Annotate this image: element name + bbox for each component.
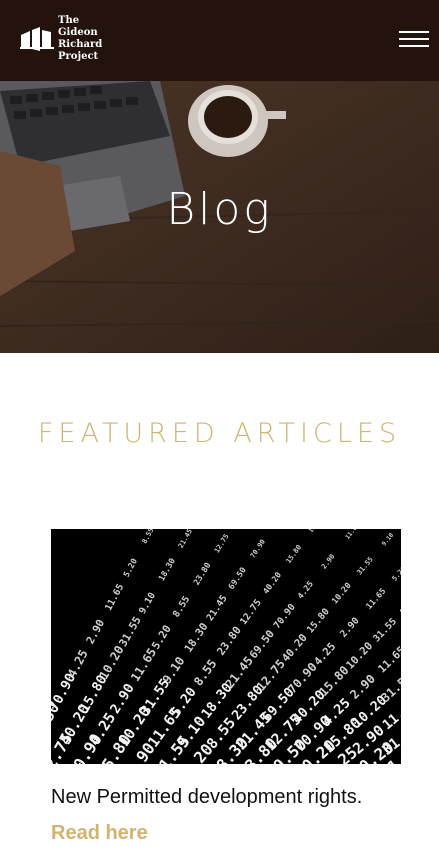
ticker-number: 2.90 (108, 681, 138, 716)
logo-line: Gideon (58, 27, 98, 38)
ticker-number: 23.80 (191, 560, 213, 586)
ticker-number: 10.20 (343, 639, 375, 671)
logo-line: The (58, 15, 80, 26)
ticker-number: 10.20 (96, 643, 126, 682)
ticker-number: 9.10 (398, 595, 401, 616)
ticker-number: 4.25 (295, 579, 315, 601)
site-logo[interactable]: The Gideon Richard Project (20, 15, 102, 63)
ticker-number: 70.90 (249, 538, 267, 560)
ticker-number: 11.65 (128, 646, 159, 684)
ticker-number: 40.20 (261, 570, 284, 596)
ticker-number: 9.10 (137, 590, 158, 616)
ticker-number: 4.25 (311, 640, 338, 668)
hamburger-menu-icon[interactable] (399, 31, 429, 51)
ticker-number: 8.55 (171, 594, 193, 619)
ticker-number: 5.20 (391, 565, 401, 583)
stock-numbers-image: 21.4569.5070.904.252.9011.655.208.5523.8… (51, 529, 401, 764)
page-title: Blog (166, 184, 273, 235)
ticker-number: 9.10 (381, 532, 396, 548)
ticker-number: 8.55 (191, 657, 219, 689)
ticker-number: 18.30 (156, 556, 177, 582)
ticker-number: 40.20 (279, 631, 310, 664)
ticker-number: 4.25 (65, 647, 91, 679)
ticker-number: 12.75 (213, 533, 231, 555)
ticker-number: 15.80 (284, 543, 303, 564)
ticker-number: 70.90 (272, 602, 298, 632)
ticker-number: 5.20 (149, 623, 174, 652)
ticker-number: 2.90 (347, 672, 378, 702)
ticker-number: 15.80 (316, 663, 351, 699)
ticker-number: 12.75 (238, 597, 264, 627)
read-here-link[interactable]: Read here (51, 822, 148, 845)
site-header: The Gideon Richard Project (0, 0, 439, 81)
featured-articles-heading: FEATURED ARTICLES (37, 418, 402, 449)
ticker-number: 31.55 (371, 616, 399, 644)
ticker-number: 31.55 (378, 670, 401, 705)
logo-text: The Gideon Richard Project (58, 15, 102, 63)
ticker-number: 11.65 (103, 582, 126, 613)
ticker-number: 2.90 (84, 617, 108, 646)
article-image[interactable]: 21.4569.5070.904.252.9011.655.208.5523.8… (51, 529, 401, 764)
ticker-number: 69.50 (247, 627, 277, 661)
logo-columns-icon (20, 27, 54, 51)
logo-line: Project (58, 51, 99, 62)
ticker-number: 10.20 (329, 580, 353, 605)
ticker-number: 31.55 (116, 614, 144, 649)
ticker-number: 21.45 (177, 529, 194, 550)
ticker-number: 2.90 (320, 553, 337, 571)
ticker-number: 23.80 (214, 624, 244, 658)
ticker-number: 11.65 (375, 644, 401, 676)
ticker-number: 11.65 (344, 529, 361, 541)
ticker-number: 18.30 (182, 620, 211, 654)
hero-banner: Blog (0, 81, 439, 353)
logo-line: Richard (58, 39, 103, 50)
ticker-number: 2.90 (338, 615, 362, 640)
ticker-number: 69.50 (226, 565, 248, 591)
ticker-number: 8.55 (141, 529, 156, 545)
ticker-number: 5.20 (121, 556, 139, 578)
ticker-number: 31.55 (355, 555, 374, 576)
ticker-number: 15.80 (305, 606, 332, 635)
ticker-number: 21.45 (205, 593, 230, 623)
ticker-number: 21.45 (223, 654, 256, 691)
article-title[interactable]: New Permitted development rights. (51, 786, 431, 809)
ticker-number: 9.10 (160, 654, 188, 686)
ticker-number: 11.65 (364, 586, 388, 611)
ticker-number: 10.20 (308, 529, 325, 534)
